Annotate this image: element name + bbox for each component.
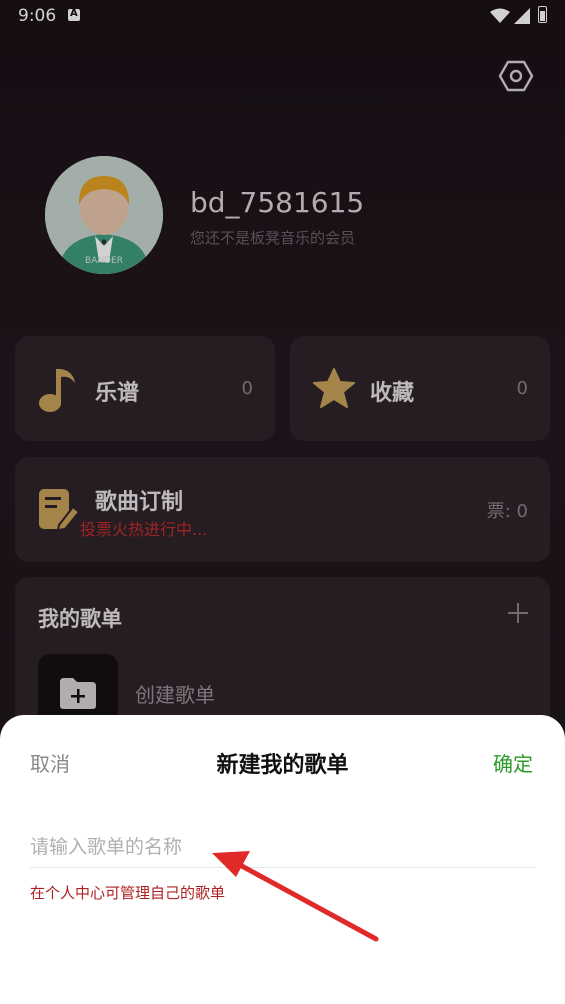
annotation-arrow	[212, 851, 379, 942]
sheet-title: 新建我的歌单	[216, 753, 349, 778]
manage-hint: 在个人中心可管理自己的歌单	[30, 884, 226, 902]
confirm-button[interactable]: 确定	[493, 748, 533, 777]
